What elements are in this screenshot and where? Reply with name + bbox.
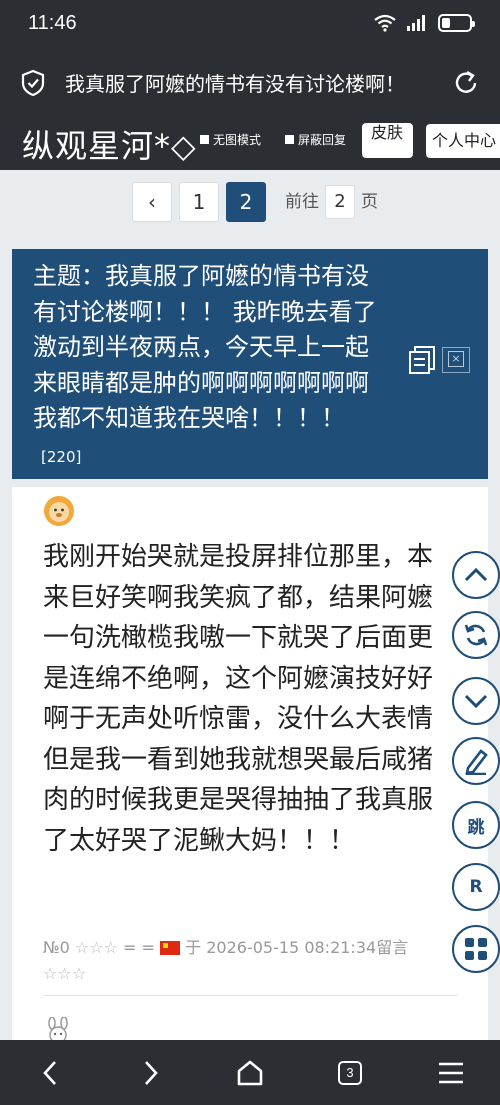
back-icon[interactable] xyxy=(36,1058,66,1088)
shield-icon[interactable] xyxy=(20,69,46,97)
page-url-title[interactable]: 我真服了阿嬷的情书有没有讨论楼啊！ xyxy=(65,68,420,97)
status-bar: 11:46 xyxy=(0,0,500,50)
pagination: ‹ 1 2 前往 2 页 xyxy=(0,170,500,240)
home-icon[interactable] xyxy=(235,1058,265,1088)
reply-link[interactable]: 留言 xyxy=(376,938,408,957)
chevron-up-icon xyxy=(464,568,488,582)
topic-title: 主题：我真服了阿嬷的情书有没有讨论楼啊！！！ 我昨晚去看了激动到半夜两点，今天早… xyxy=(33,259,388,475)
r-button[interactable]: R xyxy=(452,863,500,911)
block-replies-toggle[interactable]: 屏蔽回复 xyxy=(285,131,346,148)
grid-menu-button[interactable] xyxy=(452,925,500,973)
goto-suffix: 页 xyxy=(361,192,378,212)
block-replies-label: 屏蔽回复 xyxy=(298,133,347,147)
divider xyxy=(43,995,458,996)
tabs-button[interactable]: 3 xyxy=(338,1061,362,1085)
forward-icon[interactable] xyxy=(135,1058,165,1088)
user-center-button[interactable]: 个人中心 xyxy=(426,124,500,158)
topic-header: 主题：我真服了阿嬷的情书有没有讨论楼啊！！！ 我昨晚去看了激动到半夜两点，今天早… xyxy=(12,249,488,479)
no-image-mode-label: 无图模式 xyxy=(213,133,262,147)
skin-button[interactable]: 皮肤 xyxy=(362,123,413,158)
close-topic-icon[interactable]: × xyxy=(442,347,470,373)
scroll-down-button[interactable] xyxy=(452,677,500,725)
rating-stars[interactable]: ☆☆☆ xyxy=(75,938,118,957)
equals-mark: = = xyxy=(123,938,155,957)
site-header: 纵观星河*◇ 无图模式 屏蔽回复 xyxy=(0,115,500,170)
menu-icon[interactable] xyxy=(436,1058,466,1088)
jump-button[interactable]: 跳 xyxy=(452,801,500,849)
signal-icon xyxy=(407,15,425,31)
goto-page: 前往 2 页 xyxy=(285,182,378,222)
checkbox-icon xyxy=(200,135,209,144)
site-brand[interactable]: 纵观星河*◇ xyxy=(22,121,197,167)
china-flag-icon xyxy=(160,941,181,955)
checkbox-icon xyxy=(285,135,294,144)
post-timestamp: 2026-05-15 08:21:34 xyxy=(206,938,377,957)
wifi-icon xyxy=(374,14,396,32)
post-card: 我刚开始哭就是投屏排位那里，本来巨好笑啊我笑疯了都，结果阿嬷一句洗橄榄我嗷一下就… xyxy=(12,487,488,1047)
topic-text: 主题：我真服了阿嬷的情书有没有讨论楼啊！！！ 我昨晚去看了激动到半夜两点，今天早… xyxy=(33,262,377,432)
status-icons xyxy=(374,14,475,32)
status-time: 11:46 xyxy=(28,12,77,34)
page-1-button[interactable]: 1 xyxy=(179,182,219,222)
goto-page-input[interactable]: 2 xyxy=(325,185,355,219)
battery-icon xyxy=(438,14,475,32)
no-image-mode-toggle[interactable]: 无图模式 xyxy=(200,131,261,148)
chevron-down-icon xyxy=(464,694,488,708)
lion-avatar-icon xyxy=(44,496,74,526)
scroll-up-button[interactable] xyxy=(452,551,500,599)
copy-icon[interactable] xyxy=(408,345,436,375)
reply-count: [220] xyxy=(41,447,82,466)
prev-page-button[interactable]: ‹ xyxy=(132,182,172,222)
write-reply-button[interactable] xyxy=(452,737,500,785)
rating-stars-2[interactable]: ☆☆☆ xyxy=(43,964,86,983)
post-body: 我刚开始哭就是投屏排位那里，本来巨好笑啊我笑疯了都，结果阿嬷一句洗橄榄我嗷一下就… xyxy=(43,542,434,856)
browser-url-bar: 我真服了阿嬷的情书有没有讨论楼啊！ xyxy=(0,50,500,115)
refresh-icon[interactable] xyxy=(452,69,480,97)
refresh-page-button[interactable] xyxy=(452,611,500,659)
floor-number: №0 xyxy=(43,938,70,957)
browser-nav-bar xyxy=(0,1040,500,1105)
post-meta: №0 ☆☆☆ = = 于 2026-05-15 08:21:34留言 ☆☆☆ xyxy=(43,935,463,987)
at-label: 于 xyxy=(185,938,202,957)
pencil-icon xyxy=(465,749,488,775)
sync-icon xyxy=(464,624,488,646)
grid-icon xyxy=(465,938,487,960)
page-2-button[interactable]: 2 xyxy=(226,182,266,222)
goto-prefix: 前往 xyxy=(285,192,319,212)
